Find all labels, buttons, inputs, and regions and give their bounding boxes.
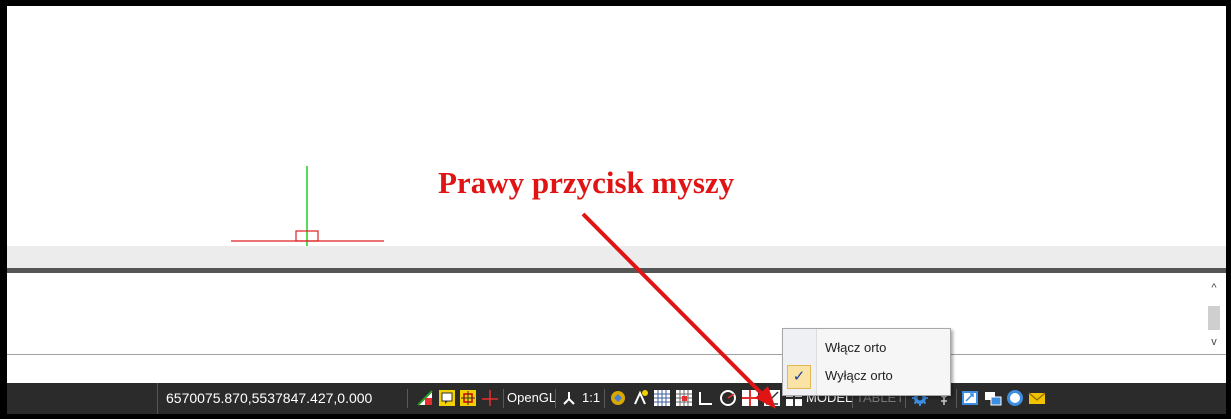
annotation-arrow xyxy=(581,212,770,402)
drawing-overlay xyxy=(231,166,776,409)
annotation-label: Prawy przycisk myszy xyxy=(438,165,735,200)
